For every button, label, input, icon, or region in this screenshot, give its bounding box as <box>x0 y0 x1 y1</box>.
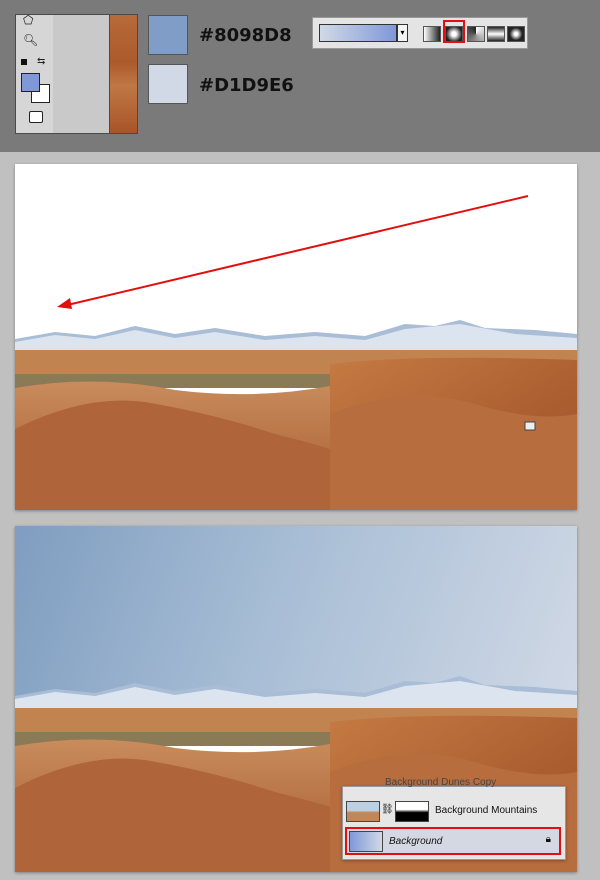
layer-name-partial: Background Dunes Copy <box>385 777 497 788</box>
quick-mask-icon[interactable] <box>29 111 43 123</box>
gradient-options-bar: ▾ <box>312 17 528 49</box>
layer-row-mountains[interactable]: ⛓ Background Mountains <box>343 797 565 825</box>
layer-mask-thumbnail[interactable] <box>395 801 429 822</box>
link-icon[interactable]: ⛓ <box>381 804 394 815</box>
vehicle-icon <box>524 421 536 431</box>
layer-row-background[interactable]: Background 🔒︎ <box>345 827 561 855</box>
background-swatch-large <box>148 64 188 104</box>
foreground-hex-label: #8098D8 <box>199 25 292 46</box>
options-area: ⬠ 🔍︎ ⇆ #8098D8 #D1D9E6 ▾ <box>0 0 600 152</box>
layer-name: Background <box>389 836 443 847</box>
panel-strip <box>53 14 109 134</box>
zoom-icon[interactable]: 🔍︎ <box>23 33 38 47</box>
polygon-lasso-icon[interactable]: ⬠ <box>23 13 33 27</box>
default-colors-icon[interactable] <box>21 59 27 65</box>
lock-icon: 🔒︎ <box>545 834 551 845</box>
foreground-color-swatch[interactable] <box>21 73 40 92</box>
foreground-swatch-large <box>148 15 188 55</box>
layer-thumbnail <box>346 801 380 822</box>
canvas-before <box>15 164 577 510</box>
layer-row-partial[interactable]: Background Dunes Copy <box>343 777 565 791</box>
gradient-drag-arrow <box>62 195 529 307</box>
selection-highlight <box>443 20 465 43</box>
diamond-gradient-icon[interactable] <box>507 26 525 42</box>
linear-gradient-icon[interactable] <box>423 26 441 42</box>
desert-scene <box>15 195 577 510</box>
angle-gradient-icon[interactable] <box>467 26 485 42</box>
layer-thumbnail <box>349 831 383 852</box>
reflected-gradient-icon[interactable] <box>487 26 505 42</box>
arrow-head-icon <box>57 298 72 309</box>
chevron-down-icon[interactable]: ▾ <box>397 24 408 42</box>
gradient-picker[interactable] <box>319 24 397 42</box>
layers-panel: Background Dunes Copy ⛓ Background Mount… <box>342 777 566 860</box>
background-hex-label: #D1D9E6 <box>199 75 294 96</box>
swap-colors-icon[interactable]: ⇆ <box>37 55 45 69</box>
toolbox: ⬠ 🔍︎ ⇆ <box>15 13 54 134</box>
document-thumbnail <box>109 14 138 134</box>
layer-name: Background Mountains <box>435 805 538 816</box>
